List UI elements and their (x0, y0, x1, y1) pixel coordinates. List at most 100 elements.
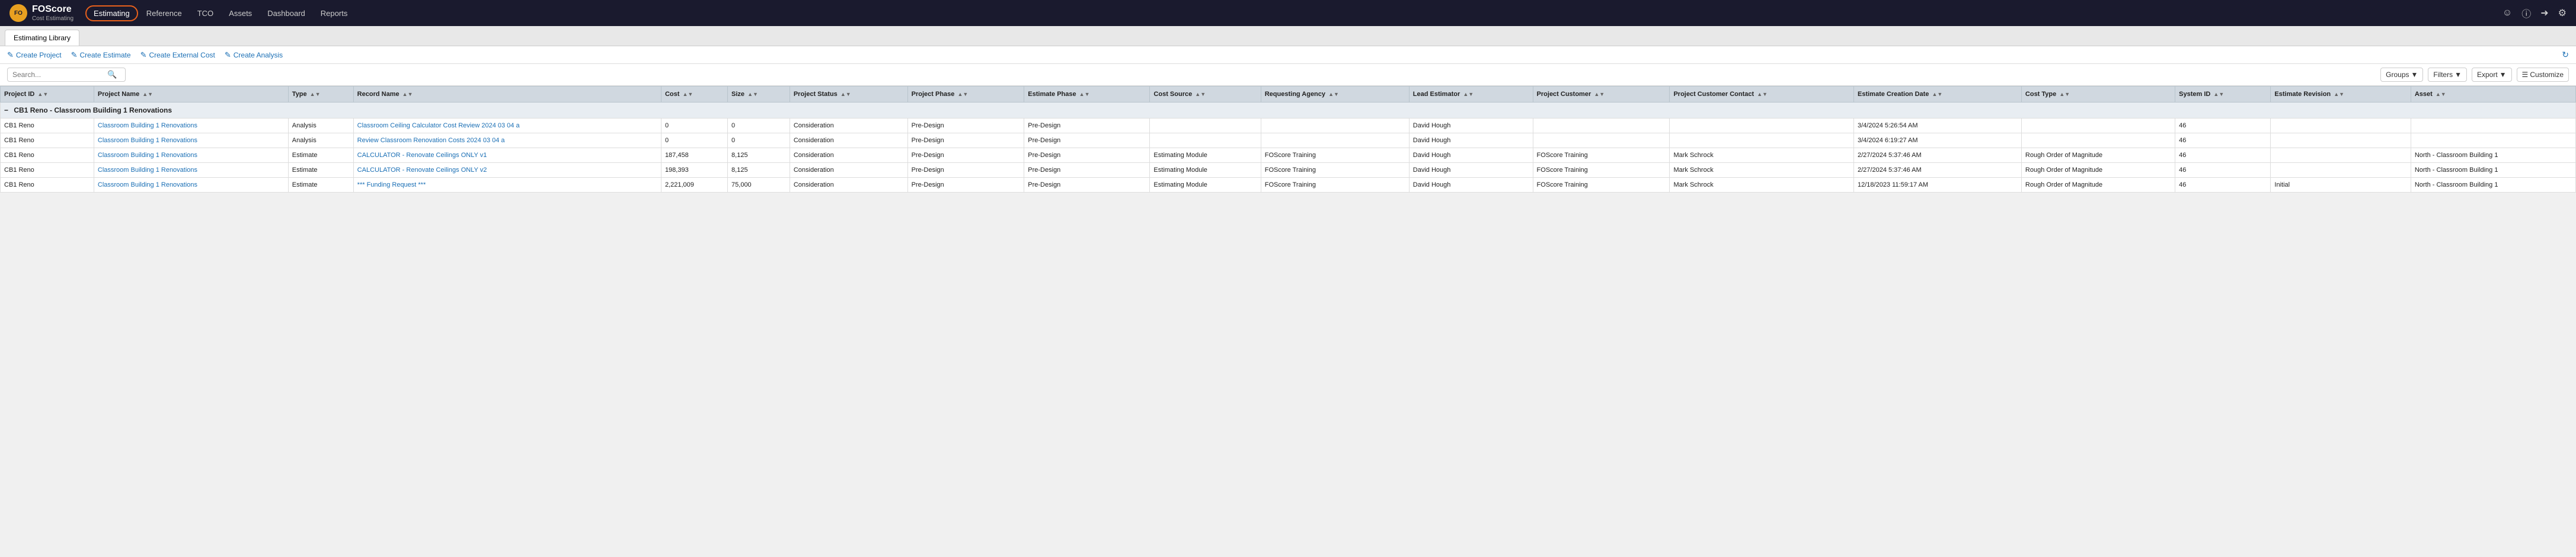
sort-icon-type: ▲▼ (310, 91, 321, 97)
cell-project-name[interactable]: Classroom Building 1 Renovations (94, 133, 288, 148)
col-project-phase[interactable]: Project Phase ▲▼ (907, 87, 1024, 103)
nav-tco[interactable]: TCO (190, 4, 220, 23)
col-size[interactable]: Size ▲▼ (728, 87, 790, 103)
col-lead-estimator[interactable]: Lead Estimator ▲▼ (1409, 87, 1533, 103)
create-external-cost-button[interactable]: ✎ Create External Cost (140, 50, 215, 60)
table-row: CB1 RenoClassroom Building 1 Renovations… (1, 133, 2576, 148)
customize-button[interactable]: ☰ Customize (2517, 68, 2569, 82)
cell-project-phase: Pre-Design (907, 163, 1024, 178)
col-type[interactable]: Type ▲▼ (288, 87, 353, 103)
cell-project-name[interactable]: Classroom Building 1 Renovations (94, 178, 288, 193)
cell-project-id: CB1 Reno (1, 178, 94, 193)
cell-asset: North - Classroom Building 1 (2411, 178, 2575, 193)
groups-button[interactable]: Groups ▼ (2380, 68, 2423, 82)
col-cost[interactable]: Cost ▲▼ (661, 87, 727, 103)
cell-project-name[interactable]: Classroom Building 1 Renovations (94, 119, 288, 133)
cell-project-customer (1533, 119, 1670, 133)
group-row: − CB1 Reno - Classroom Building 1 Renova… (1, 103, 2576, 119)
tab-estimating-library[interactable]: Estimating Library (5, 30, 79, 46)
help-icon[interactable]: ⓘ (2521, 6, 2531, 20)
create-analysis-button[interactable]: ✎ Create Analysis (225, 50, 283, 60)
group-collapse-icon[interactable]: − (4, 106, 8, 114)
create-estimate-button[interactable]: ✎ Create Estimate (71, 50, 131, 60)
col-project-customer[interactable]: Project Customer ▲▼ (1533, 87, 1670, 103)
data-table: Project ID ▲▼ Project Name ▲▼ Type ▲▼ Re… (0, 86, 2576, 193)
nav-reference[interactable]: Reference (139, 4, 189, 23)
cell-asset (2411, 133, 2575, 148)
nav-dashboard[interactable]: Dashboard (260, 4, 312, 23)
cell-record-name[interactable]: *** Funding Request *** (353, 178, 661, 193)
col-project-name[interactable]: Project Name ▲▼ (94, 87, 288, 103)
cell-cost-type: Rough Order of Magnitude (2021, 148, 2175, 163)
refresh-button[interactable]: ↻ (2562, 50, 2569, 60)
cell-size: 8,125 (728, 148, 790, 163)
cell-estimate-creation-date: 3/4/2024 6:19:27 AM (1854, 133, 2022, 148)
cell-project-id: CB1 Reno (1, 148, 94, 163)
export-button[interactable]: Export ▼ (2472, 68, 2512, 82)
sort-icon-asset: ▲▼ (2436, 91, 2446, 97)
cell-project-name[interactable]: Classroom Building 1 Renovations (94, 163, 288, 178)
user-icon[interactable]: ☺ (2503, 8, 2512, 18)
table-header-row: Project ID ▲▼ Project Name ▲▼ Type ▲▼ Re… (1, 87, 2576, 103)
sort-icon-record-name: ▲▼ (402, 91, 413, 97)
col-project-status[interactable]: Project Status ▲▼ (790, 87, 907, 103)
app-header: FO FOScore Cost Estimating Estimating Re… (0, 0, 2576, 26)
cell-project-name[interactable]: Classroom Building 1 Renovations (94, 148, 288, 163)
col-asset[interactable]: Asset ▲▼ (2411, 87, 2575, 103)
cell-record-name[interactable]: CALCULATOR - Renovate Ceilings ONLY v2 (353, 163, 661, 178)
col-system-id[interactable]: System ID ▲▼ (2175, 87, 2271, 103)
settings-icon[interactable]: ⚙ (2558, 7, 2567, 19)
logout-icon[interactable]: ➜ (2540, 7, 2548, 19)
nav-reports[interactable]: Reports (314, 4, 355, 23)
sort-icon-project-status: ▲▼ (840, 91, 851, 97)
cell-estimate-creation-date: 12/18/2023 11:59:17 AM (1854, 178, 2022, 193)
cell-record-name[interactable]: Review Classroom Renovation Costs 2024 0… (353, 133, 661, 148)
sort-icon-estimate-revision: ▲▼ (2334, 91, 2344, 97)
cell-cost-type: Rough Order of Magnitude (2021, 178, 2175, 193)
cell-estimate-creation-date: 3/4/2024 5:26:54 AM (1854, 119, 2022, 133)
cell-project-customer: FOScore Training (1533, 163, 1670, 178)
table-row: CB1 RenoClassroom Building 1 Renovations… (1, 163, 2576, 178)
cell-record-name[interactable]: CALCULATOR - Renovate Ceilings ONLY v1 (353, 148, 661, 163)
main-nav: Estimating Reference TCO Assets Dashboar… (85, 4, 354, 23)
col-project-id[interactable]: Project ID ▲▼ (1, 87, 94, 103)
table-row: CB1 RenoClassroom Building 1 Renovations… (1, 119, 2576, 133)
nav-estimating[interactable]: Estimating (85, 5, 138, 21)
col-cost-source[interactable]: Cost Source ▲▼ (1150, 87, 1261, 103)
cell-size: 75,000 (728, 178, 790, 193)
col-project-customer-contact[interactable]: Project Customer Contact ▲▼ (1670, 87, 1854, 103)
cell-project-phase: Pre-Design (907, 119, 1024, 133)
nav-assets[interactable]: Assets (222, 4, 259, 23)
col-cost-type[interactable]: Cost Type ▲▼ (2021, 87, 2175, 103)
sort-icon-project-name: ▲▼ (142, 91, 153, 97)
cell-estimate-phase: Pre-Design (1024, 163, 1150, 178)
create-project-icon: ✎ (7, 50, 14, 60)
cell-lead-estimator: David Hough (1409, 163, 1533, 178)
customize-icon: ☰ (2522, 71, 2529, 79)
cell-requesting-agency: FOScore Training (1261, 148, 1409, 163)
cell-system-id: 46 (2175, 133, 2271, 148)
search-input[interactable] (12, 71, 107, 79)
data-table-wrap: Project ID ▲▼ Project Name ▲▼ Type ▲▼ Re… (0, 86, 2576, 193)
cell-estimate-revision (2271, 133, 2411, 148)
sort-icon-requesting-agency: ▲▼ (1328, 91, 1339, 97)
sort-icon-project-customer: ▲▼ (1594, 91, 1605, 97)
col-record-name[interactable]: Record Name ▲▼ (353, 87, 661, 103)
col-requesting-agency[interactable]: Requesting Agency ▲▼ (1261, 87, 1409, 103)
cell-requesting-agency: FOScore Training (1261, 163, 1409, 178)
sort-icon-project-customer-contact: ▲▼ (1757, 91, 1768, 97)
col-estimate-phase[interactable]: Estimate Phase ▲▼ (1024, 87, 1150, 103)
cell-project-id: CB1 Reno (1, 133, 94, 148)
col-estimate-creation-date[interactable]: Estimate Creation Date ▲▼ (1854, 87, 2022, 103)
filters-button[interactable]: Filters ▼ (2428, 68, 2467, 82)
search-icon: 🔍 (107, 70, 117, 79)
cell-cost-source (1150, 133, 1261, 148)
sort-icon-cost: ▲▼ (682, 91, 693, 97)
cell-record-name[interactable]: Classroom Ceiling Calculator Cost Review… (353, 119, 661, 133)
logo-area: FO FOScore Cost Estimating (9, 4, 73, 22)
create-external-cost-icon: ✎ (140, 50, 147, 60)
create-project-button[interactable]: ✎ Create Project (7, 50, 62, 60)
col-estimate-revision[interactable]: Estimate Revision ▲▼ (2271, 87, 2411, 103)
cell-project-phase: Pre-Design (907, 178, 1024, 193)
filters-chevron-icon: ▼ (2454, 71, 2462, 79)
